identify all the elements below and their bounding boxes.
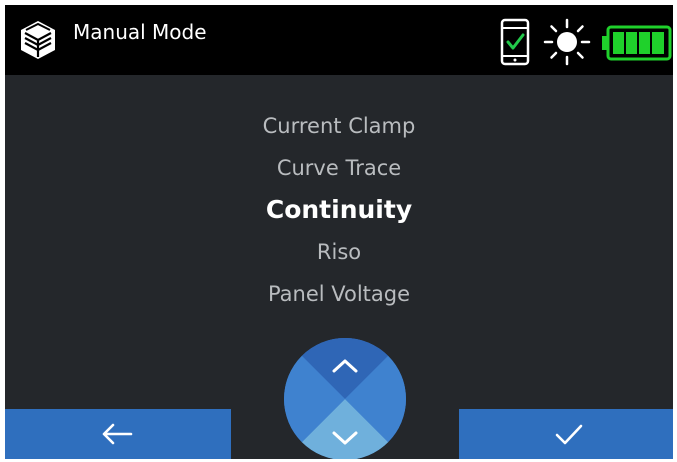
arrow-left-icon bbox=[102, 423, 133, 445]
phone-connected-icon bbox=[500, 18, 530, 66]
cube-logo-icon bbox=[21, 21, 55, 59]
mode-item-panel-voltage[interactable]: Panel Voltage bbox=[5, 273, 673, 315]
mode-item-curve-trace[interactable]: Curve Trace bbox=[5, 147, 673, 189]
mode-list: Current Clamp Curve Trace Continuity Ris… bbox=[5, 105, 673, 315]
brightness-icon bbox=[543, 18, 591, 66]
mode-item-continuity[interactable]: Continuity bbox=[5, 189, 673, 231]
checkmark-icon bbox=[555, 424, 583, 445]
mode-item-current-clamp[interactable]: Current Clamp bbox=[5, 105, 673, 147]
mode-item-riso[interactable]: Riso bbox=[5, 231, 673, 273]
back-button[interactable] bbox=[5, 409, 231, 459]
page-title: Manual Mode bbox=[73, 20, 207, 44]
battery-full-icon bbox=[602, 25, 672, 61]
scroll-dial bbox=[284, 338, 406, 459]
device-screen: Manual Mode Current Clamp Curve Trace Co… bbox=[5, 5, 673, 459]
confirm-button[interactable] bbox=[459, 409, 673, 459]
header-bar: Manual Mode bbox=[5, 5, 673, 75]
